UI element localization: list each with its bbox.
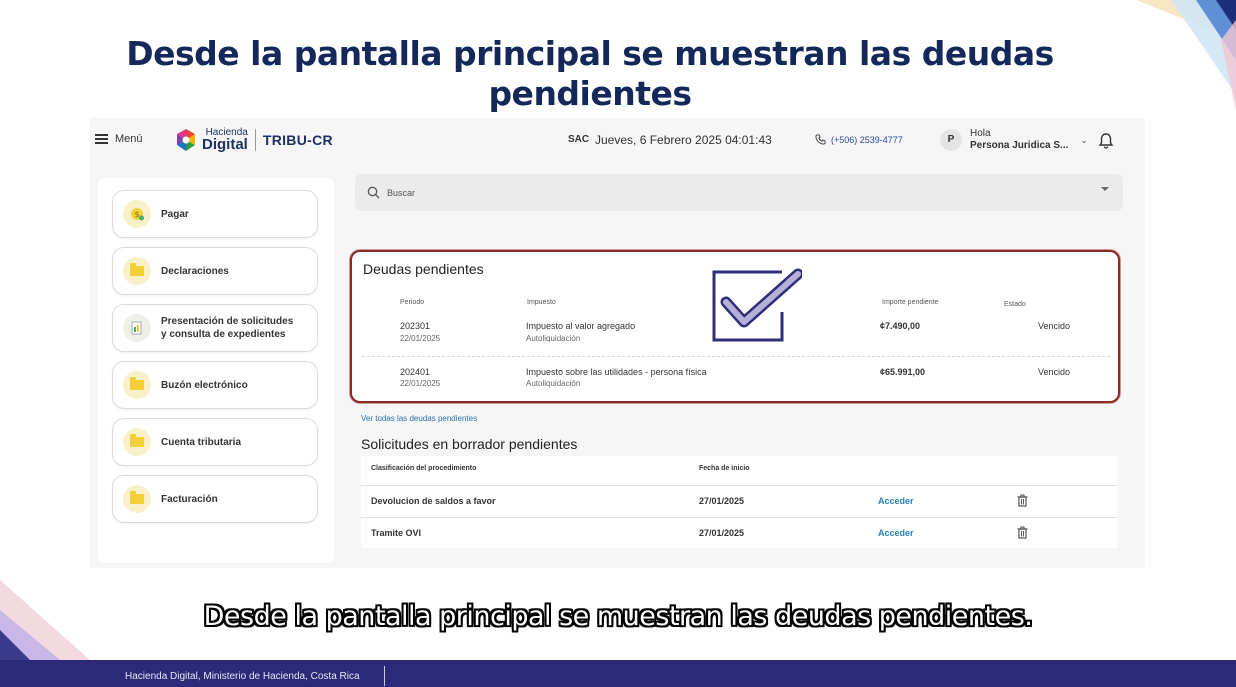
user-menu[interactable]: P Hola Persona Juridica S... ⌄ (940, 128, 1088, 152)
column-header-amount: Importe pendiente (882, 299, 939, 306)
folder-icon (123, 371, 151, 399)
draft-requests-title: Solicitudes en borrador pendientes (361, 436, 578, 452)
trash-icon[interactable] (1017, 494, 1028, 507)
column-header-period: Periodo (400, 299, 425, 306)
row-divider (362, 356, 1110, 357)
app-topbar: Menú Hacienda Digital TRIBU-CR SAC Jueve… (90, 118, 1145, 164)
search-icon (367, 186, 380, 199)
footer-divider (384, 666, 385, 686)
sidebar-item-cuenta-tributaria[interactable]: Cuenta tributaria (112, 418, 318, 466)
sidebar-item-buzon[interactable]: Buzón electrónico (112, 361, 318, 409)
view-all-debts-link[interactable]: Ver todas las deudas pendientes (361, 414, 477, 423)
column-header-classification: Clasificación del procedimiento (371, 465, 477, 472)
sidebar: $ Pagar Declaraciones Presentación de so… (98, 178, 334, 563)
avatar: P (940, 129, 962, 151)
coin-icon: $ (123, 200, 151, 228)
search-bar (355, 174, 1123, 211)
caret-down-icon[interactable] (1101, 187, 1109, 191)
phone-icon (815, 134, 826, 145)
logo-text: Hacienda Digital (202, 127, 248, 153)
search-input[interactable] (387, 183, 1067, 203)
current-datetime: Jueves, 6 Febrero 2025 04:01:43 (595, 133, 772, 147)
access-link[interactable]: Acceder (878, 496, 914, 506)
app-screenshot: Menú Hacienda Digital TRIBU-CR SAC Jueve… (90, 118, 1145, 568)
column-header-tax: Impuesto (527, 299, 556, 306)
table-row: Devolucion de saldos a favor 27/01/2025 … (361, 485, 1117, 516)
access-link[interactable]: Acceder (878, 528, 914, 538)
notification-bell-icon[interactable] (1098, 132, 1114, 149)
app-name: TRIBU-CR (262, 132, 333, 148)
footer-bar: Hacienda Digital, Ministerio de Hacienda… (0, 660, 1236, 687)
table-row: Tramite OVI 27/01/2025 Acceder (361, 517, 1117, 548)
sac-label[interactable]: SAC (568, 134, 589, 145)
trash-icon[interactable] (1017, 526, 1028, 539)
hamburger-icon (95, 134, 108, 144)
corner-decoration-top-right (1136, 0, 1236, 110)
documents-icon (123, 314, 151, 342)
sidebar-item-solicitudes[interactable]: Presentación de solicitudes y consulta d… (112, 304, 318, 352)
hacienda-digital-logo[interactable]: Hacienda Digital TRIBU-CR (174, 128, 333, 152)
phone-contact[interactable]: (+506) 2539-4777 (815, 134, 903, 145)
sidebar-item-declaraciones[interactable]: Declaraciones (112, 247, 318, 295)
pending-debts-title: Deudas pendientes (363, 261, 484, 277)
column-header-status: Estado (1004, 301, 1026, 308)
folder-icon (123, 257, 151, 285)
user-info: Hola Persona Juridica S... (970, 128, 1069, 151)
menu-button[interactable]: Menú (95, 133, 143, 145)
slide-title: Desde la pantalla principal se muestran … (126, 34, 1054, 113)
sidebar-item-facturacion[interactable]: Facturación (112, 475, 318, 523)
checkmark-icon (712, 268, 802, 342)
sidebar-item-pagar[interactable]: $ Pagar (112, 190, 318, 238)
menu-label: Menú (115, 133, 143, 145)
folder-icon (123, 428, 151, 456)
footer-text: Hacienda Digital, Ministerio de Hacienda… (125, 671, 360, 682)
folder-icon (123, 485, 151, 513)
chevron-down-icon: ⌄ (1080, 134, 1088, 145)
logo-divider (254, 129, 256, 151)
column-header-start-date: Fecha de inicio (699, 465, 750, 472)
phone-number: (+506) 2539-4777 (831, 134, 903, 145)
video-subtitle: Desde la pantalla principal se muestran … (203, 601, 1033, 632)
draft-requests-table: Clasificación del procedimiento Fecha de… (361, 456, 1117, 548)
svg-text:$: $ (134, 210, 139, 219)
hacienda-logo-icon (177, 129, 195, 151)
